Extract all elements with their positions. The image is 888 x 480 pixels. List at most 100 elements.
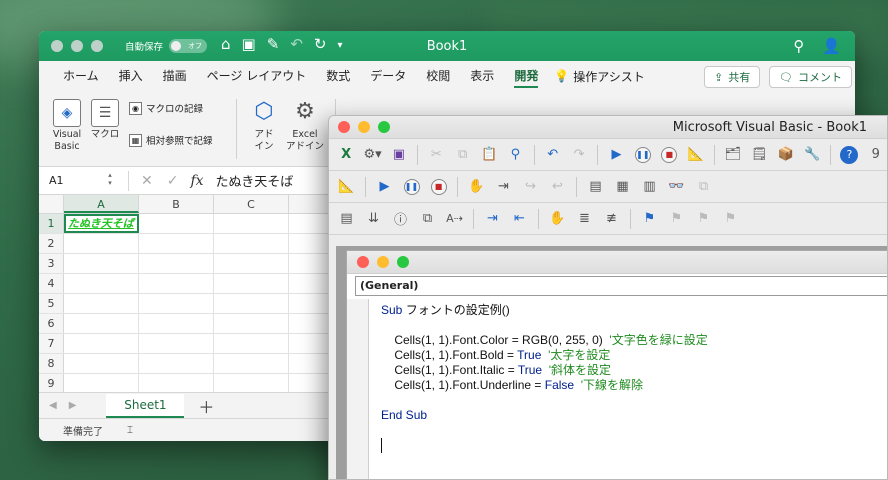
help-icon[interactable]: ? bbox=[838, 143, 860, 166]
copy-icon[interactable]: ⧉ bbox=[451, 143, 473, 166]
watch-window-icon[interactable]: ▥ bbox=[638, 175, 661, 198]
uncomment-block-icon[interactable]: ≢ bbox=[600, 207, 623, 230]
tell-me-search[interactable]: 💡 操作アシスト bbox=[548, 68, 644, 85]
toolbar-overflow[interactable]: 9 bbox=[865, 143, 887, 166]
cell[interactable] bbox=[139, 214, 214, 233]
cell[interactable] bbox=[214, 274, 289, 293]
cut-icon[interactable]: ✂ bbox=[425, 143, 447, 166]
cell[interactable] bbox=[214, 334, 289, 353]
account-icon[interactable]: 👤 bbox=[822, 37, 841, 55]
minimize-window-button[interactable] bbox=[71, 40, 83, 52]
save-icon[interactable]: ▣ bbox=[242, 35, 256, 57]
column-header[interactable]: C bbox=[214, 195, 289, 213]
cell[interactable] bbox=[139, 274, 214, 293]
cell[interactable] bbox=[139, 294, 214, 313]
properties-icon[interactable]: 🗒 bbox=[748, 143, 770, 166]
complete-word-icon[interactable]: A⇢ bbox=[443, 207, 466, 230]
search-icon[interactable]: ⚲ bbox=[793, 37, 804, 55]
cell[interactable] bbox=[214, 294, 289, 313]
macros-button[interactable]: ☰ マクロ bbox=[89, 99, 121, 141]
step-over-icon[interactable]: ↪ bbox=[519, 175, 542, 198]
cell[interactable] bbox=[64, 254, 139, 273]
row-header[interactable]: 3 bbox=[39, 254, 64, 273]
visual-basic-button[interactable]: ◈ Visual Basic bbox=[49, 99, 85, 153]
home-icon[interactable]: ⌂ bbox=[221, 35, 231, 57]
cell[interactable] bbox=[214, 254, 289, 273]
find-icon[interactable]: ⚲ bbox=[504, 143, 526, 166]
minimize-window-button[interactable] bbox=[358, 121, 370, 133]
name-box[interactable]: A1 bbox=[43, 170, 129, 191]
close-window-button[interactable] bbox=[357, 256, 369, 268]
cell[interactable] bbox=[139, 234, 214, 253]
step-into-icon[interactable]: ⇥ bbox=[492, 175, 515, 198]
cell[interactable] bbox=[139, 254, 214, 273]
list-constants-icon[interactable]: ⇊ bbox=[362, 207, 385, 230]
paste-icon[interactable]: 📋 bbox=[478, 143, 500, 166]
redo-icon[interactable]: ↻ bbox=[314, 35, 327, 57]
call-stack-icon[interactable]: ⧉ bbox=[692, 175, 715, 198]
locals-window-icon[interactable]: ▤ bbox=[584, 175, 607, 198]
row-header[interactable]: 5 bbox=[39, 294, 64, 313]
zoom-window-button[interactable] bbox=[378, 121, 390, 133]
cell[interactable] bbox=[214, 374, 289, 393]
formula-input[interactable]: たぬき天そば bbox=[204, 171, 294, 190]
quick-info-icon[interactable]: ⓘ bbox=[389, 207, 412, 230]
project-explorer-icon[interactable]: 🗂 bbox=[722, 143, 744, 166]
object-dropdown[interactable]: (General) bbox=[355, 276, 887, 296]
tab-draw[interactable]: 描画 bbox=[153, 61, 197, 91]
select-all-corner[interactable] bbox=[39, 195, 64, 213]
cell[interactable] bbox=[214, 314, 289, 333]
tab-review[interactable]: 校閲 bbox=[416, 61, 460, 91]
cell[interactable] bbox=[214, 234, 289, 253]
next-bookmark-icon[interactable]: ⚑ bbox=[665, 207, 688, 230]
redo-icon[interactable]: ↷ bbox=[568, 143, 590, 166]
indent-icon[interactable]: ⇥ bbox=[481, 207, 504, 230]
insert-module-icon[interactable]: ⚙▾ bbox=[361, 143, 383, 166]
outdent-icon[interactable]: ⇤ bbox=[508, 207, 531, 230]
row-header[interactable]: 8 bbox=[39, 354, 64, 373]
code-text[interactable]: Sub フォントの設定例() Cells(1, 1).Font.Color = … bbox=[381, 303, 708, 453]
cell[interactable] bbox=[139, 314, 214, 333]
row-header[interactable]: 1 bbox=[39, 214, 64, 233]
row-header[interactable]: 6 bbox=[39, 314, 64, 333]
step-out-icon[interactable]: ↩ bbox=[546, 175, 569, 198]
edit-icon[interactable]: ✎ bbox=[267, 35, 280, 57]
next-sheet-icon[interactable]: ▶ bbox=[69, 400, 77, 411]
cell[interactable] bbox=[64, 274, 139, 293]
cell[interactable] bbox=[139, 354, 214, 373]
cell[interactable] bbox=[214, 354, 289, 373]
cell[interactable] bbox=[64, 314, 139, 333]
record-macro-button[interactable]: ◉ マクロの記録 bbox=[129, 101, 203, 115]
stop-icon[interactable]: ■ bbox=[658, 143, 680, 166]
toolbox-icon[interactable]: 🔧 bbox=[801, 143, 823, 166]
cell[interactable] bbox=[214, 214, 289, 233]
row-header[interactable]: 7 bbox=[39, 334, 64, 353]
list-properties-icon[interactable]: ▤ bbox=[335, 207, 358, 230]
confirm-icon[interactable]: ✓ bbox=[167, 173, 179, 189]
column-header[interactable]: B bbox=[139, 195, 214, 213]
share-button[interactable]: ⇪ 共有 bbox=[704, 66, 761, 88]
tab-developer[interactable]: 開発 bbox=[504, 61, 548, 91]
cell[interactable] bbox=[64, 234, 139, 253]
toggle-breakpoint-icon[interactable]: ✋ bbox=[465, 175, 488, 198]
margin-indicator-bar[interactable] bbox=[347, 299, 369, 479]
zoom-window-button[interactable] bbox=[91, 40, 103, 52]
cell[interactable] bbox=[139, 334, 214, 353]
tab-home[interactable]: ホーム bbox=[53, 61, 109, 91]
cell[interactable] bbox=[64, 374, 139, 393]
pause-icon[interactable]: ❚❚ bbox=[632, 143, 654, 166]
cell[interactable] bbox=[64, 354, 139, 373]
sheet-tab[interactable]: Sheet1 bbox=[106, 393, 185, 418]
comment-block-icon[interactable]: ≣ bbox=[573, 207, 596, 230]
immediate-window-icon[interactable]: ▦ bbox=[611, 175, 634, 198]
cell[interactable] bbox=[64, 294, 139, 313]
row-header[interactable]: 9 bbox=[39, 374, 64, 393]
add-sheet-button[interactable]: ＋ bbox=[198, 394, 214, 418]
comments-button[interactable]: 🗨 コメント bbox=[769, 66, 852, 88]
tab-formulas[interactable]: 数式 bbox=[316, 61, 360, 91]
quick-watch-icon[interactable]: 👓 bbox=[665, 175, 688, 198]
insert-function-button[interactable]: fx bbox=[190, 173, 203, 189]
accessibility-icon[interactable]: ⌶ bbox=[127, 425, 133, 436]
parameter-info-icon[interactable]: ⧉ bbox=[416, 207, 439, 230]
tab-data[interactable]: データ bbox=[360, 61, 416, 91]
